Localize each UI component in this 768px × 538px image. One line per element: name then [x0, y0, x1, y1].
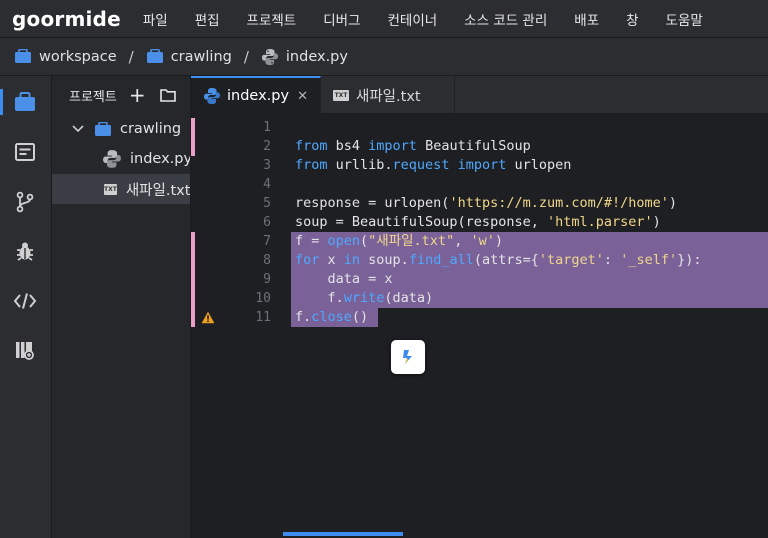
line-number: 6 — [263, 215, 271, 230]
code-line: data = x — [295, 271, 393, 287]
breadcrumb-crawling[interactable]: crawling — [146, 49, 232, 65]
code-line: soup = BeautifulSoup(response, 'html.par… — [295, 214, 661, 230]
menu-help[interactable]: 도움말 — [666, 9, 703, 29]
close-icon[interactable]: ✕ — [297, 89, 308, 104]
code-editor[interactable]: 1 2 3 4 5 6 7 8 9 10 11 from bs4 import … — [191, 114, 768, 538]
editor-tabs: index.py ✕ TXT 새파일.txt — [191, 76, 768, 114]
menu-container[interactable]: 컨테이너 — [387, 9, 437, 29]
explorer-header: 프로젝트 + — [52, 76, 190, 114]
activity-bar — [0, 76, 52, 538]
line-number: 7 — [263, 234, 271, 249]
tab-new-file-txt[interactable]: TXT 새파일.txt — [321, 76, 455, 114]
code-tag-icon[interactable] — [12, 288, 38, 314]
line-number: 5 — [263, 196, 271, 211]
breadcrumb-label: crawling — [170, 48, 232, 65]
assistant-logo-icon — [403, 350, 412, 364]
tree-item-label: index.py — [130, 151, 191, 167]
txt-file-icon: TXT — [333, 89, 349, 101]
line-number: 9 — [263, 272, 271, 287]
explorer-title: 프로젝트 — [69, 89, 117, 105]
code-line: for x in soup.find_all(attrs={'target': … — [295, 252, 702, 268]
git-branch-icon[interactable] — [12, 189, 38, 215]
line-number: 11 — [255, 310, 271, 325]
breadcrumb-label: index.py — [285, 48, 348, 65]
line-number: 2 — [263, 139, 271, 154]
menu-window[interactable]: 창 — [626, 9, 638, 29]
breadcrumb-separator: / — [243, 47, 249, 66]
horizontal-scroll-indicator[interactable] — [283, 532, 403, 536]
code-line: f.close() — [295, 309, 369, 325]
code-line: f = open("새파일.txt", 'w') — [295, 233, 503, 249]
code-line: f.write(data) — [295, 290, 434, 306]
menu-deploy[interactable]: 배포 — [574, 9, 599, 29]
project-explorer: 프로젝트 + crawling index.py TXT 새파일.txt — [52, 76, 191, 538]
line-number: 8 — [263, 253, 271, 268]
tab-index-py[interactable]: index.py ✕ — [191, 76, 321, 114]
txt-file-icon: TXT — [104, 183, 117, 195]
project-icon — [94, 121, 112, 137]
tree-item-index-py[interactable]: index.py — [52, 144, 190, 174]
code-line: from urllib.request import urlopen — [295, 157, 572, 173]
modified-marker — [191, 118, 195, 156]
code-line: response = urlopen('https://m.zum.com/#!… — [295, 195, 678, 211]
library-icon[interactable] — [12, 338, 38, 364]
python-icon — [261, 48, 279, 66]
line-number: 10 — [255, 291, 271, 306]
breadcrumb-workspace[interactable]: workspace — [14, 49, 117, 65]
menu-bar: goormide 파일 편집 프로젝트 디버그 컨테이너 소스 코드 관리 배포… — [0, 0, 768, 38]
warning-icon[interactable] — [201, 311, 215, 324]
project-icon — [146, 49, 164, 64]
breadcrumb-file[interactable]: index.py — [261, 48, 348, 66]
main-menu: 파일 편집 프로젝트 디버그 컨테이너 소스 코드 관리 배포 창 도움말 — [143, 9, 730, 29]
line-number: 1 — [263, 120, 271, 135]
tree-item-label: crawling — [120, 121, 182, 137]
code-line: from bs4 import BeautifulSoup — [295, 138, 531, 154]
python-icon — [203, 87, 221, 105]
menu-file[interactable]: 파일 — [143, 9, 168, 29]
line-number: 3 — [263, 158, 271, 173]
menu-edit[interactable]: 편집 — [195, 9, 220, 29]
tree-item-new-file-txt[interactable]: TXT 새파일.txt — [52, 174, 190, 204]
app-logo[interactable]: goormide — [12, 7, 121, 31]
add-button[interactable]: + — [129, 85, 146, 105]
folder-icon[interactable] — [159, 88, 176, 102]
tab-label: index.py — [227, 88, 290, 104]
tree-item-label: 새파일.txt — [125, 182, 191, 199]
tab-label: 새파일.txt — [356, 88, 421, 105]
project-icon — [14, 49, 32, 64]
menu-debug[interactable]: 디버그 — [323, 9, 360, 29]
tree-item-crawling[interactable]: crawling — [52, 114, 190, 144]
chevron-down-icon[interactable] — [72, 122, 84, 136]
floating-assistant-button[interactable] — [391, 340, 425, 374]
breadcrumb-label: workspace — [39, 48, 117, 65]
breadcrumb: workspace / crawling / index.py — [0, 38, 768, 76]
breadcrumb-separator: / — [128, 47, 134, 66]
python-icon — [102, 149, 122, 169]
project-icon[interactable] — [12, 89, 38, 115]
menu-source-control[interactable]: 소스 코드 관리 — [464, 9, 547, 29]
line-number: 4 — [263, 177, 271, 192]
outline-icon[interactable] — [12, 139, 38, 165]
debug-bug-icon[interactable] — [12, 238, 38, 264]
modified-marker — [191, 232, 195, 327]
active-indicator — [0, 89, 3, 115]
menu-project[interactable]: 프로젝트 — [247, 9, 297, 29]
